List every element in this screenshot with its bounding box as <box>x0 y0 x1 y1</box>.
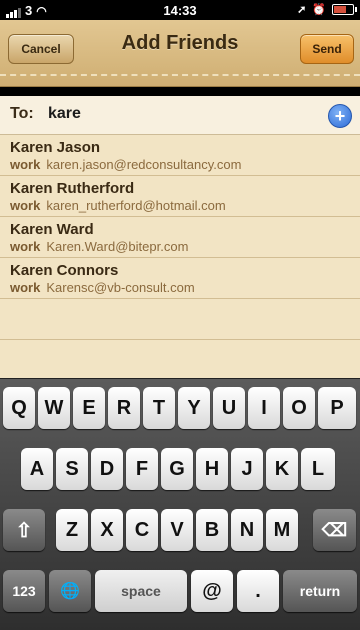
contact-detail: work Karen.Ward@bitepr.com <box>10 239 360 255</box>
contact-detail: work karen_rutherford@hotmail.com <box>10 198 360 214</box>
key-w[interactable]: W <box>38 387 70 429</box>
contact-email: karen_rutherford@hotmail.com <box>46 198 226 213</box>
send-button[interactable]: Send <box>300 34 354 64</box>
contact-name: Karen Ward <box>10 221 94 238</box>
key-v[interactable]: V <box>161 509 193 551</box>
key-q[interactable]: Q <box>3 387 35 429</box>
status-right: ➚ ⏰ <box>297 3 357 16</box>
recipient-input[interactable] <box>48 102 308 126</box>
key-l[interactable]: L <box>301 448 335 490</box>
list-item[interactable]: Karen Connors work Karensc@vb-consult.com <box>0 258 360 299</box>
stitch-divider <box>0 74 360 76</box>
keyboard-row-1: Q W E R T Y U I O P <box>0 387 360 433</box>
key-k[interactable]: K <box>266 448 298 490</box>
keyboard-row-3: ⇧ Z X C V B N M ⌫ <box>0 509 360 555</box>
at-key[interactable]: @ <box>191 570 233 612</box>
screen: 3 ◠ 14:33 ➚ ⏰ Cancel Add Friends Send To… <box>0 0 360 630</box>
nav-bar: Cancel Add Friends Send <box>0 20 360 87</box>
key-b[interactable]: B <box>196 509 228 551</box>
to-label: To: <box>10 105 34 122</box>
status-bar: 3 ◠ 14:33 ➚ ⏰ <box>0 0 360 20</box>
keyboard: Q W E R T Y U I O P A S D F G H J K L ⇧ … <box>0 378 360 630</box>
key-x[interactable]: X <box>91 509 123 551</box>
empty-list-row <box>0 340 360 381</box>
contact-name: Karen Rutherford <box>10 180 135 197</box>
key-f[interactable]: F <box>126 448 158 490</box>
location-icon: ➚ <box>297 4 307 16</box>
dot-key[interactable]: . <box>237 570 279 612</box>
contact-email: Karensc@vb-consult.com <box>46 280 195 295</box>
space-key[interactable]: space <box>95 570 187 612</box>
key-y[interactable]: Y <box>178 387 210 429</box>
key-z[interactable]: Z <box>56 509 88 551</box>
key-t[interactable]: T <box>143 387 175 429</box>
key-e[interactable]: E <box>73 387 105 429</box>
keyboard-row-2: A S D F G H J K L <box>0 448 360 494</box>
list-item[interactable]: Karen Jason work karen.jason@redconsultan… <box>0 135 360 176</box>
key-h[interactable]: H <box>196 448 228 490</box>
suggestion-list: Karen Jason work karen.jason@redconsultan… <box>0 135 360 378</box>
email-type-label: work <box>10 198 41 213</box>
key-o[interactable]: O <box>283 387 315 429</box>
contact-detail: work Karensc@vb-consult.com <box>10 280 360 296</box>
shift-key-icon[interactable]: ⇧ <box>3 509 45 551</box>
key-r[interactable]: R <box>108 387 140 429</box>
key-d[interactable]: D <box>91 448 123 490</box>
backspace-key-icon[interactable]: ⌫ <box>313 509 356 551</box>
globe-key-icon[interactable]: 🌐 <box>49 570 91 612</box>
contact-email: karen.jason@redconsultancy.com <box>46 157 242 172</box>
empty-list-row <box>0 299 360 340</box>
key-a[interactable]: A <box>21 448 53 490</box>
key-i[interactable]: I <box>248 387 280 429</box>
return-key[interactable]: return <box>283 570 357 612</box>
key-j[interactable]: J <box>231 448 263 490</box>
numbers-key[interactable]: 123 <box>3 570 45 612</box>
key-p[interactable]: P <box>318 387 356 429</box>
key-u[interactable]: U <box>213 387 245 429</box>
email-type-label: work <box>10 280 41 295</box>
alarm-icon: ⏰ <box>312 4 326 16</box>
contact-name: Karen Connors <box>10 262 119 279</box>
key-s[interactable]: S <box>56 448 88 490</box>
email-type-label: work <box>10 239 41 254</box>
add-contact-icon[interactable]: + <box>328 104 352 128</box>
key-n[interactable]: N <box>231 509 263 551</box>
key-g[interactable]: G <box>161 448 193 490</box>
keyboard-row-4: 123 🌐 space @ . return <box>0 570 360 616</box>
contact-name: Karen Jason <box>10 139 101 156</box>
key-c[interactable]: C <box>126 509 158 551</box>
contact-email: Karen.Ward@bitepr.com <box>46 239 189 254</box>
email-type-label: work <box>10 157 41 172</box>
battery-icon <box>332 4 357 15</box>
list-item[interactable]: Karen Ward work Karen.Ward@bitepr.com <box>0 217 360 258</box>
list-item[interactable]: Karen Rutherford work karen_rutherford@ho… <box>0 176 360 217</box>
key-m[interactable]: M <box>266 509 298 551</box>
contact-detail: work karen.jason@redconsultancy.com <box>10 157 360 173</box>
recipient-field[interactable]: To: + <box>0 96 360 135</box>
